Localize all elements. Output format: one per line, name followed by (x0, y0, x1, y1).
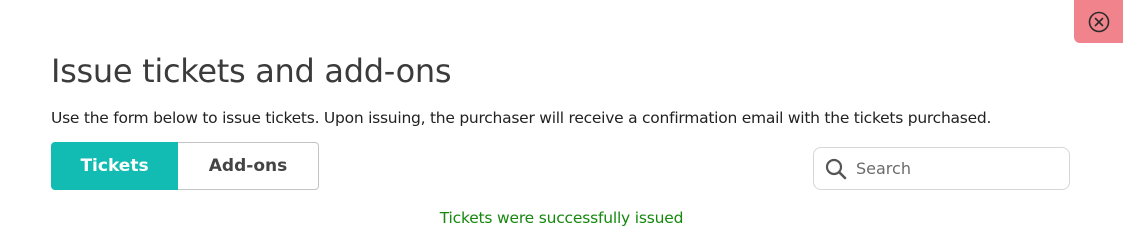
search-input[interactable] (856, 159, 1056, 178)
status-message: Tickets were successfully issued (439, 209, 684, 227)
close-circle-icon (1088, 11, 1110, 33)
close-button[interactable] (1074, 0, 1123, 43)
search-icon (824, 157, 848, 181)
tab-tickets[interactable]: Tickets (51, 142, 178, 190)
search-box (813, 147, 1070, 190)
tab-add-ons[interactable]: Add-ons (178, 142, 319, 190)
tab-group: Tickets Add-ons (51, 142, 319, 190)
dialog-title: Issue tickets and add-ons (51, 52, 452, 90)
dialog-description: Use the form below to issue tickets. Upo… (51, 109, 992, 127)
